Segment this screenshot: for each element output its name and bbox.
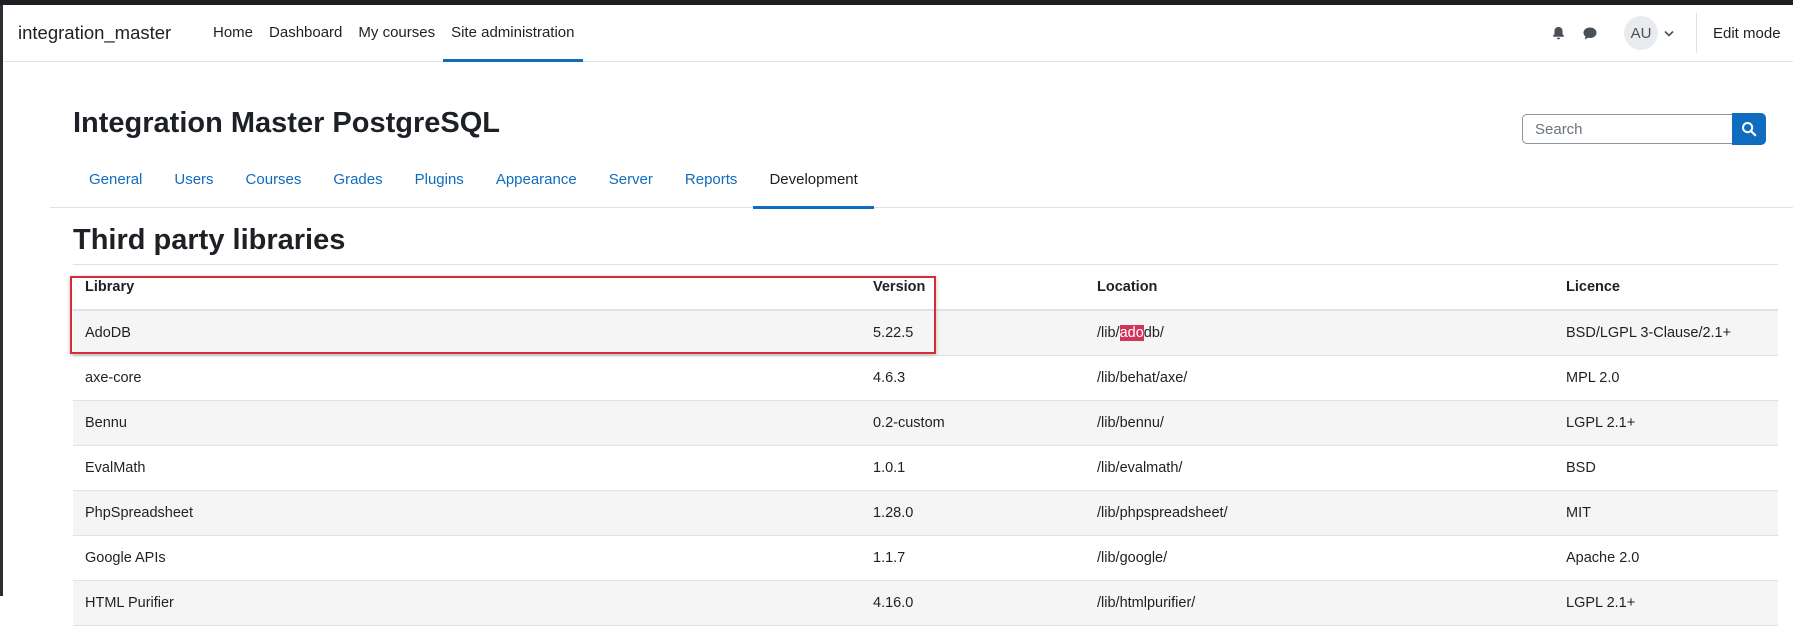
- user-avatar[interactable]: AU: [1624, 16, 1658, 50]
- table-row: PhpSpreadsheet 1.28.0 /lib/phpspreadshee…: [73, 491, 1778, 536]
- cell-library: HTML Purifier: [85, 595, 174, 611]
- cell-library: Bennu: [85, 415, 127, 431]
- primary-navigation: Home Dashboard My courses Site administr…: [205, 5, 583, 62]
- table-row: AdoDB 5.22.5 /lib/adodb/ BSD/LGPL 3-Clau…: [73, 311, 1778, 356]
- search-submit-button[interactable]: [1732, 113, 1766, 145]
- cell-location: /lib/behat/axe/: [1097, 370, 1188, 386]
- cell-version: 4.6.3: [873, 370, 906, 386]
- cell-location: /lib/bennu/: [1097, 415, 1164, 431]
- location-prefix: /lib/: [1097, 325, 1120, 341]
- table-row: HTML Purifier 4.16.0 /lib/htmlpurifier/ …: [73, 581, 1778, 626]
- cell-licence: MPL 2.0: [1566, 370, 1620, 386]
- cell-location: /lib/google/: [1097, 550, 1168, 566]
- cell-licence: BSD/LGPL 3-Clause/2.1+: [1566, 325, 1732, 341]
- page-title: Integration Master PostgreSQL: [73, 107, 501, 139]
- tab-users[interactable]: Users: [158, 158, 229, 208]
- column-header-licence: Licence: [1566, 279, 1620, 295]
- cell-licence: LGPL 2.1+: [1566, 595, 1636, 611]
- libraries-table: Library Version Location Licence AdoDB 5…: [73, 265, 1778, 626]
- secondary-navigation: General Users Courses Grades Plugins App…: [50, 158, 1793, 209]
- nav-my-courses[interactable]: My courses: [350, 5, 443, 61]
- cell-version: 1.1.7: [873, 550, 906, 566]
- tab-general[interactable]: General: [73, 158, 158, 208]
- messages-chat-icon[interactable]: [1574, 5, 1606, 61]
- search-icon: [1742, 122, 1757, 137]
- admin-search-input[interactable]: [1522, 114, 1732, 144]
- nav-site-administration[interactable]: Site administration: [443, 5, 583, 62]
- nav-dashboard[interactable]: Dashboard: [261, 5, 350, 61]
- table-row: Google APIs 1.1.7 /lib/google/ Apache 2.…: [73, 536, 1778, 581]
- tab-courses[interactable]: Courses: [230, 158, 318, 208]
- top-navbar: integration_master Home Dashboard My cou…: [3, 5, 1793, 62]
- navbar-divider: [1696, 13, 1697, 53]
- cell-licence: MIT: [1566, 505, 1591, 521]
- tab-development[interactable]: Development: [753, 158, 875, 209]
- column-header-location: Location: [1097, 279, 1158, 295]
- cell-library: AdoDB: [85, 325, 131, 341]
- table-row: Bennu 0.2-custom /lib/bennu/ LGPL 2.1+: [73, 401, 1778, 446]
- table-row: axe-core 4.6.3 /lib/behat/axe/ MPL 2.0: [73, 356, 1778, 401]
- cell-location: /lib/htmlpurifier/: [1097, 595, 1196, 611]
- tab-appearance[interactable]: Appearance: [480, 158, 593, 208]
- location-suffix: db/: [1143, 325, 1164, 341]
- cell-version: 1.28.0: [873, 505, 914, 521]
- table-row: EvalMath 1.0.1 /lib/evalmath/ BSD: [73, 446, 1778, 491]
- cell-library: PhpSpreadsheet: [85, 505, 194, 521]
- nav-home[interactable]: Home: [205, 5, 261, 61]
- section-heading: Third party libraries: [73, 224, 346, 256]
- cell-version: 1.0.1: [873, 460, 906, 476]
- tab-reports[interactable]: Reports: [669, 158, 754, 208]
- search-highlight: ado: [1119, 325, 1144, 341]
- notifications-bell-icon[interactable]: [1542, 5, 1574, 61]
- cell-version: 0.2-custom: [873, 415, 945, 431]
- navbar-right: AU Edit mode: [1542, 5, 1793, 61]
- cell-library: axe-core: [85, 370, 142, 386]
- cell-library: EvalMath: [85, 460, 146, 476]
- admin-search: [1522, 113, 1766, 145]
- site-brand[interactable]: integration_master: [18, 5, 171, 61]
- window-left-edge: [0, 5, 3, 596]
- column-header-version: Version: [873, 279, 926, 295]
- tab-plugins[interactable]: Plugins: [399, 158, 480, 208]
- user-menu-chevron-down-icon[interactable]: [1658, 5, 1680, 61]
- cell-licence: Apache 2.0: [1566, 550, 1640, 566]
- cell-library: Google APIs: [85, 550, 166, 566]
- column-header-library: Library: [85, 279, 135, 295]
- cell-licence: LGPL 2.1+: [1566, 415, 1636, 431]
- table-header-row: Library Version Location Licence: [73, 265, 1778, 311]
- cell-version: 5.22.5: [873, 325, 914, 341]
- edit-mode-toggle[interactable]: Edit mode: [1713, 25, 1793, 42]
- tab-server[interactable]: Server: [593, 158, 669, 208]
- cell-location: /lib/evalmath/: [1097, 460, 1183, 476]
- tab-grades[interactable]: Grades: [317, 158, 398, 208]
- cell-version: 4.16.0: [873, 595, 914, 611]
- cell-licence: BSD: [1566, 460, 1596, 476]
- cell-location: /lib/phpspreadsheet/: [1097, 505, 1228, 521]
- cell-location: /lib/adodb/: [1085, 325, 1554, 341]
